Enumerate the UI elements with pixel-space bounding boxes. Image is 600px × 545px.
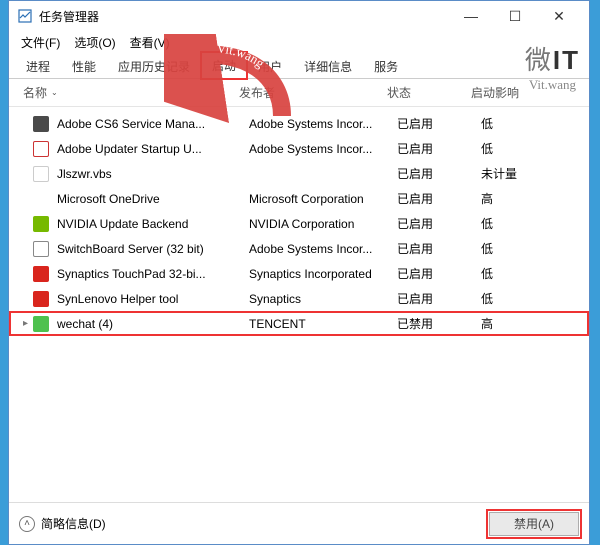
cell-status: 已启用: [397, 240, 481, 257]
app-icon: S: [33, 241, 49, 257]
fewer-details-label: 简略信息(D): [41, 515, 106, 532]
menu-file[interactable]: 文件(F): [15, 32, 66, 53]
menu-view[interactable]: 查看(V): [124, 32, 176, 53]
cell-status: 已启用: [397, 190, 481, 207]
table-row[interactable]: Jlszwr.vbs 已启用未计量: [9, 161, 589, 186]
cell-name: Adobe Updater Startup U...: [57, 142, 249, 156]
app-icon: [33, 266, 49, 282]
cell-status: 已启用: [397, 165, 481, 182]
cell-impact: 低: [481, 115, 561, 132]
app-icon: [33, 141, 49, 157]
close-button[interactable]: ✕: [537, 2, 581, 30]
cell-status: 已启用: [397, 115, 481, 132]
tab-processes[interactable]: 进程: [15, 53, 61, 79]
col-header-impact[interactable]: 启动影响: [471, 84, 571, 101]
statusbar: ˄ 简略信息(D) 禁用(A): [9, 502, 589, 544]
tab-details[interactable]: 详细信息: [293, 53, 363, 79]
fewer-details-button[interactable]: ˄ 简略信息(D): [19, 515, 106, 532]
expand-icon[interactable]: ▸: [23, 318, 33, 329]
cell-status: 已启用: [397, 290, 481, 307]
chevron-up-icon: ˄: [19, 516, 35, 532]
app-icon: [33, 216, 49, 232]
app-icon: [33, 316, 49, 332]
cell-name: wechat (4): [57, 317, 249, 331]
cell-status: 已启用: [397, 215, 481, 232]
col-header-name-label: 名称: [23, 84, 47, 101]
cell-publisher: Adobe Systems Incor...: [249, 117, 397, 131]
sort-caret-icon: ⌄: [51, 88, 58, 97]
menubar: 文件(F) 选项(O) 查看(V): [9, 31, 589, 53]
cell-publisher: NVIDIA Corporation: [249, 217, 397, 231]
cell-publisher: TENCENT: [249, 317, 397, 331]
startup-list: Adobe CS6 Service Mana...Adobe Systems I…: [9, 107, 589, 502]
cell-impact: 低: [481, 240, 561, 257]
table-row[interactable]: Synaptics TouchPad 32-bi...Synaptics Inc…: [9, 261, 589, 286]
table-row[interactable]: S SwitchBoard Server (32 bit)Adobe System…: [9, 236, 589, 261]
cell-status: 已启用: [397, 140, 481, 157]
cell-name: Microsoft OneDrive: [57, 192, 249, 206]
table-row[interactable]: ☁ Microsoft OneDriveMicrosoft Corporation…: [9, 186, 589, 211]
app-icon: [33, 291, 49, 307]
app-icon: [33, 166, 49, 182]
table-row[interactable]: NVIDIA Update BackendNVIDIA Corporation已…: [9, 211, 589, 236]
cell-impact: 高: [481, 315, 561, 332]
cell-publisher: Adobe Systems Incor...: [249, 242, 397, 256]
tabbar: 进程 性能 应用历史记录 启动 用户 详细信息 服务: [9, 53, 589, 79]
tab-users[interactable]: 用户: [247, 53, 293, 79]
tab-services[interactable]: 服务: [363, 53, 409, 79]
tab-app-history[interactable]: 应用历史记录: [107, 53, 201, 79]
window-title: 任务管理器: [39, 8, 99, 25]
titlebar[interactable]: 任务管理器 — ☐ ✕: [9, 1, 589, 31]
cell-impact: 低: [481, 265, 561, 282]
tab-performance[interactable]: 性能: [61, 53, 107, 79]
app-icon: ☁: [33, 191, 49, 207]
cell-impact: 未计量: [481, 165, 561, 182]
cell-name: SwitchBoard Server (32 bit): [57, 242, 249, 256]
disable-button[interactable]: 禁用(A): [489, 512, 579, 536]
cell-publisher: Synaptics: [249, 292, 397, 306]
table-row[interactable]: ▸ wechat (4)TENCENT已禁用高: [9, 311, 589, 336]
cell-name: Adobe CS6 Service Mana...: [57, 117, 249, 131]
minimize-button[interactable]: —: [449, 2, 493, 30]
column-headers: 名称 ⌄ 发布者 状态 启动影响: [9, 79, 589, 107]
col-header-publisher[interactable]: 发布者: [239, 84, 387, 101]
app-icon: [17, 8, 33, 24]
cell-publisher: Synaptics Incorporated: [249, 267, 397, 281]
cell-impact: 高: [481, 190, 561, 207]
cell-impact: 低: [481, 215, 561, 232]
table-row[interactable]: SynLenovo Helper toolSynaptics已启用低: [9, 286, 589, 311]
task-manager-window: 任务管理器 — ☐ ✕ 文件(F) 选项(O) 查看(V) 进程 性能 应用历史…: [8, 0, 590, 545]
cell-status: 已启用: [397, 265, 481, 282]
menu-options[interactable]: 选项(O): [68, 32, 121, 53]
cell-publisher: Adobe Systems Incor...: [249, 142, 397, 156]
app-icon: [33, 116, 49, 132]
cell-name: NVIDIA Update Backend: [57, 217, 249, 231]
tab-startup[interactable]: 启动: [201, 52, 247, 79]
cell-publisher: Microsoft Corporation: [249, 192, 397, 206]
cell-status: 已禁用: [397, 315, 481, 332]
cell-name: Jlszwr.vbs: [57, 167, 249, 181]
col-header-name[interactable]: 名称 ⌄: [23, 84, 239, 101]
cell-name: SynLenovo Helper tool: [57, 292, 249, 306]
window-controls: — ☐ ✕: [449, 2, 581, 30]
col-header-status[interactable]: 状态: [387, 84, 471, 101]
table-row[interactable]: Adobe CS6 Service Mana...Adobe Systems I…: [9, 111, 589, 136]
table-row[interactable]: Adobe Updater Startup U...Adobe Systems …: [9, 136, 589, 161]
cell-impact: 低: [481, 140, 561, 157]
maximize-button[interactable]: ☐: [493, 2, 537, 30]
cell-impact: 低: [481, 290, 561, 307]
cell-name: Synaptics TouchPad 32-bi...: [57, 267, 249, 281]
